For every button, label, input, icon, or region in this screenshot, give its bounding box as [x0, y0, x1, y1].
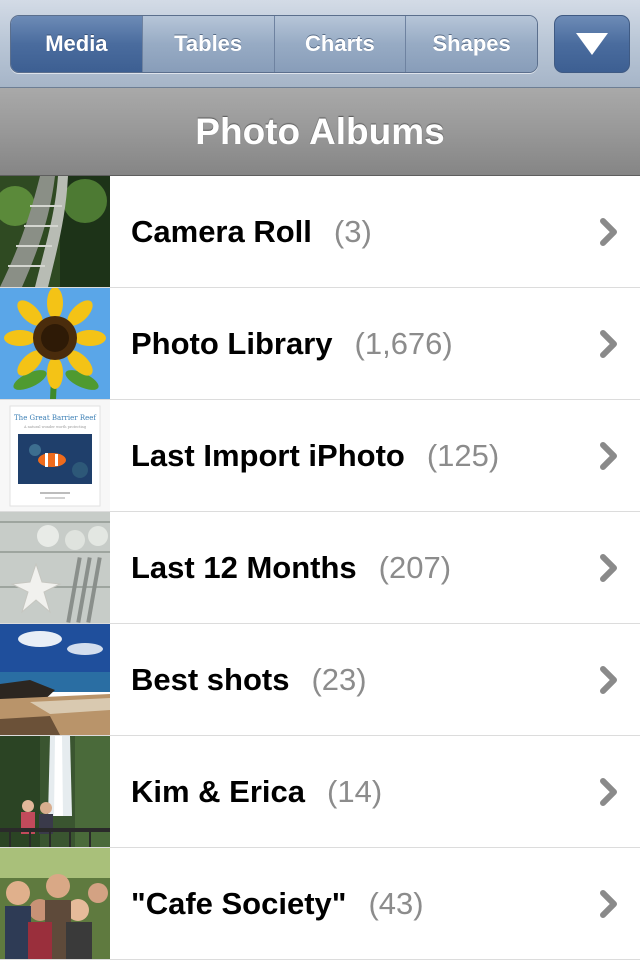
tab-shapes[interactable]: Shapes	[405, 16, 537, 72]
album-count: (125)	[426, 437, 500, 473]
waterfall-portrait-thumbnail	[0, 736, 110, 847]
album-list: Camera Roll (3) Photo Library (1,676) Th…	[0, 176, 640, 960]
album-row-last-12-months[interactable]: Last 12 Months (207)	[0, 512, 640, 624]
tab-tables[interactable]: Tables	[141, 16, 274, 72]
album-name: "Cafe Society"	[131, 885, 347, 921]
album-name: Photo Library	[131, 325, 333, 361]
tab-media[interactable]: Media	[11, 16, 142, 72]
cover-title: The Great Barrier Reef	[14, 414, 97, 422]
album-count: (3)	[333, 213, 372, 249]
reef-book-cover-thumbnail: The Great Barrier Reef A natural wonder …	[0, 400, 110, 511]
title-bar: Photo Albums	[0, 88, 640, 176]
top-toolbar: Media Tables Charts Shapes	[0, 0, 640, 88]
album-row-last-import-iphoto[interactable]: The Great Barrier Reef A natural wonder …	[0, 400, 640, 512]
album-count: (207)	[378, 549, 452, 585]
segmented-control: Media Tables Charts Shapes	[10, 15, 538, 73]
chevron-right-icon	[600, 218, 617, 246]
album-row-photo-library[interactable]: Photo Library (1,676)	[0, 288, 640, 400]
chevron-right-icon	[600, 330, 617, 358]
album-row-camera-roll[interactable]: Camera Roll (3)	[0, 176, 640, 288]
triangle-down-icon	[576, 33, 608, 55]
album-row-kim-and-erica[interactable]: Kim & Erica (14)	[0, 736, 640, 848]
chevron-right-icon	[600, 554, 617, 582]
group-photo-thumbnail	[0, 848, 110, 959]
tab-charts[interactable]: Charts	[273, 16, 406, 72]
coastline-thumbnail	[0, 624, 110, 735]
page-title: Photo Albums	[195, 110, 445, 152]
album-count: (43)	[368, 885, 424, 921]
roller-coaster-thumbnail	[0, 176, 110, 287]
chevron-right-icon	[600, 890, 617, 918]
album-count: (23)	[311, 661, 367, 697]
chevron-right-icon	[600, 778, 617, 806]
chevron-right-icon	[600, 442, 617, 470]
album-row-best-shots[interactable]: Best shots (23)	[0, 624, 640, 736]
album-row-cafe-society[interactable]: "Cafe Society" (43)	[0, 848, 640, 960]
album-name: Kim & Erica	[131, 773, 306, 809]
album-name: Camera Roll	[131, 213, 312, 249]
chevron-right-icon	[600, 666, 617, 694]
album-count: (1,676)	[354, 325, 453, 361]
sunflower-thumbnail	[0, 288, 110, 399]
album-name: Best shots	[131, 661, 290, 697]
album-count: (14)	[327, 773, 383, 809]
album-name: Last 12 Months	[131, 549, 357, 585]
cover-subtitle: A natural wonder worth protecting	[23, 425, 87, 429]
starfish-tableware-thumbnail	[0, 512, 110, 623]
dropdown-button[interactable]	[554, 15, 630, 73]
album-name: Last Import iPhoto	[131, 437, 405, 473]
